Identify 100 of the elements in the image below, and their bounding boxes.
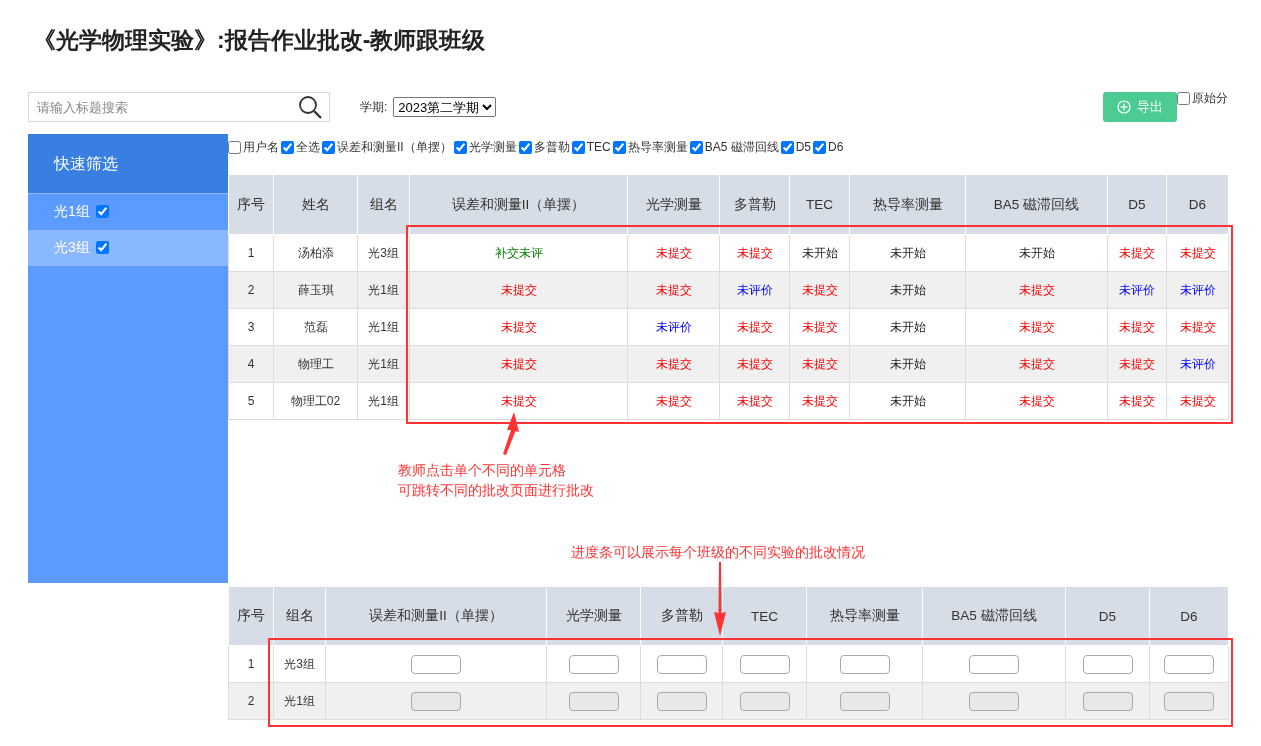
annotation-text: 进度条可以展示每个班级的不同实验的批改情况 [571, 543, 866, 562]
status-cell[interactable]: 未提交 [1166, 308, 1229, 346]
column-header: 多普勒 [719, 174, 790, 235]
status-cell[interactable]: 未提交 [627, 382, 720, 420]
status-cell[interactable]: 未开始 [849, 382, 966, 420]
column-header: 序号 [228, 174, 274, 235]
term-select[interactable]: 2023第二学期 [393, 97, 497, 117]
status-cell[interactable]: 未开始 [849, 345, 966, 383]
status-cell[interactable]: 未提交 [789, 382, 850, 420]
status-cell[interactable]: 未提交 [409, 382, 628, 420]
raw-score-label: 原始分 [1192, 90, 1228, 107]
status-cell[interactable]: 未开始 [849, 234, 966, 272]
status-cell[interactable]: 未提交 [719, 234, 790, 272]
column-header: 热导率测量 [806, 586, 923, 646]
column-header: TEC [722, 586, 807, 646]
table-cell: 光3组 [273, 645, 326, 683]
column-header: D6 [1149, 586, 1229, 646]
status-cell[interactable]: 未提交 [409, 271, 628, 309]
table-cell: 薛玉琪 [273, 271, 358, 309]
status-cell[interactable]: 未提交 [719, 345, 790, 383]
column-filter-label: 误差和测量II（单摆） [337, 138, 452, 156]
status-cell[interactable]: 未评价 [1166, 271, 1229, 309]
column-checkbox[interactable] [689, 140, 703, 154]
column-header: 热导率测量 [849, 174, 966, 235]
status-cell[interactable]: 未评价 [1166, 345, 1229, 383]
column-header: 姓名 [273, 174, 358, 235]
raw-score-checkbox[interactable] [1177, 92, 1190, 105]
column-filter-label: 多普勒 [533, 138, 570, 156]
column-filter-label: 全选 [296, 138, 320, 156]
status-cell[interactable]: 补交未评 [409, 234, 628, 272]
column-header: 误差和测量II（单摆） [409, 174, 628, 235]
column-filter-label: 用户名 [243, 138, 279, 156]
arrow [503, 412, 519, 455]
column-checkbox[interactable] [518, 140, 532, 154]
sidebar-title: 快速筛选 [28, 134, 228, 194]
status-cell[interactable]: 未开始 [965, 234, 1108, 272]
column-header: 组名 [357, 174, 410, 235]
status-cell[interactable]: 未提交 [1166, 234, 1229, 272]
status-cell[interactable]: 未提交 [409, 345, 628, 383]
status-cell[interactable]: 未提交 [1107, 382, 1167, 420]
table-cell: 光1组 [273, 682, 326, 720]
status-cell[interactable]: 未提交 [789, 345, 850, 383]
column-checkbox[interactable] [228, 140, 241, 154]
table-cell: 1 [228, 645, 274, 683]
column-checkbox[interactable] [780, 140, 794, 154]
status-cell[interactable]: 未提交 [627, 271, 720, 309]
column-header: 序号 [228, 586, 274, 646]
column-filter-label: BA5 磁滞回线 [704, 138, 779, 156]
column-checkbox[interactable] [453, 140, 467, 154]
table-cell: 物理工02 [273, 382, 358, 420]
column-checkbox[interactable] [571, 140, 585, 154]
status-cell[interactable]: 未提交 [719, 382, 790, 420]
status-cell[interactable]: 未提交 [1107, 345, 1167, 383]
column-checkbox[interactable] [322, 140, 335, 154]
group-checkbox[interactable] [96, 241, 109, 254]
status-cell[interactable]: 未评价 [719, 271, 790, 309]
column-filter-label: D5 [795, 140, 812, 154]
status-cell[interactable]: 未开始 [849, 308, 966, 346]
status-cell[interactable]: 未提交 [789, 271, 850, 309]
table-cell: 3 [228, 308, 274, 346]
column-header: 光学测量 [546, 586, 641, 646]
status-cell[interactable]: 未提交 [965, 345, 1108, 383]
column-header: BA5 磁滞回线 [965, 174, 1108, 235]
table-cell: 2 [228, 682, 274, 720]
column-header: D5 [1107, 174, 1167, 235]
status-cell[interactable]: 未评价 [1107, 271, 1167, 309]
column-checkbox[interactable] [813, 140, 827, 154]
plus-circle-icon [1117, 100, 1131, 114]
column-header: BA5 磁滞回线 [922, 586, 1066, 646]
status-cell[interactable]: 未提交 [1107, 234, 1167, 272]
column-filter-label: 热导率测量 [627, 138, 688, 156]
status-cell[interactable]: 未提交 [627, 234, 720, 272]
status-cell[interactable]: 未提交 [627, 345, 720, 383]
search-field[interactable]: 请输入标题搜索 [28, 92, 330, 122]
column-filter-label: 光学测量 [468, 138, 517, 156]
sidebar-item[interactable]: 光3组 [28, 230, 228, 266]
page-title: 《光学物理实验》:报告作业批改-教师跟班级 [33, 26, 487, 55]
column-header: TEC [789, 174, 850, 235]
status-cell[interactable]: 未提交 [719, 308, 790, 346]
annotation-text: 教师点击单个不同的单元格 可跳转不同的批改页面进行批改 [398, 461, 595, 500]
status-cell[interactable]: 未提交 [789, 308, 850, 346]
status-cell[interactable]: 未提交 [1107, 308, 1167, 346]
column-checkbox[interactable] [612, 140, 626, 154]
status-cell[interactable]: 未评价 [627, 308, 720, 346]
status-cell[interactable]: 未提交 [1166, 382, 1229, 420]
status-cell[interactable]: 未开始 [789, 234, 850, 272]
column-checkbox[interactable] [281, 140, 294, 154]
export-button[interactable]: 导出 [1103, 92, 1177, 122]
term-label: 学期: [360, 98, 388, 116]
status-cell[interactable]: 未提交 [409, 308, 628, 346]
status-cell[interactable]: 未提交 [965, 308, 1108, 346]
column-header: D5 [1065, 586, 1150, 646]
group-checkbox[interactable] [96, 205, 109, 218]
status-cell[interactable]: 未提交 [965, 271, 1108, 309]
table-cell: 4 [228, 345, 274, 383]
table-cell: 5 [228, 382, 274, 420]
status-cell[interactable]: 未开始 [849, 271, 966, 309]
search-icon[interactable] [298, 95, 322, 119]
column-filter-label: D6 [828, 140, 844, 154]
status-cell[interactable]: 未提交 [965, 382, 1108, 420]
